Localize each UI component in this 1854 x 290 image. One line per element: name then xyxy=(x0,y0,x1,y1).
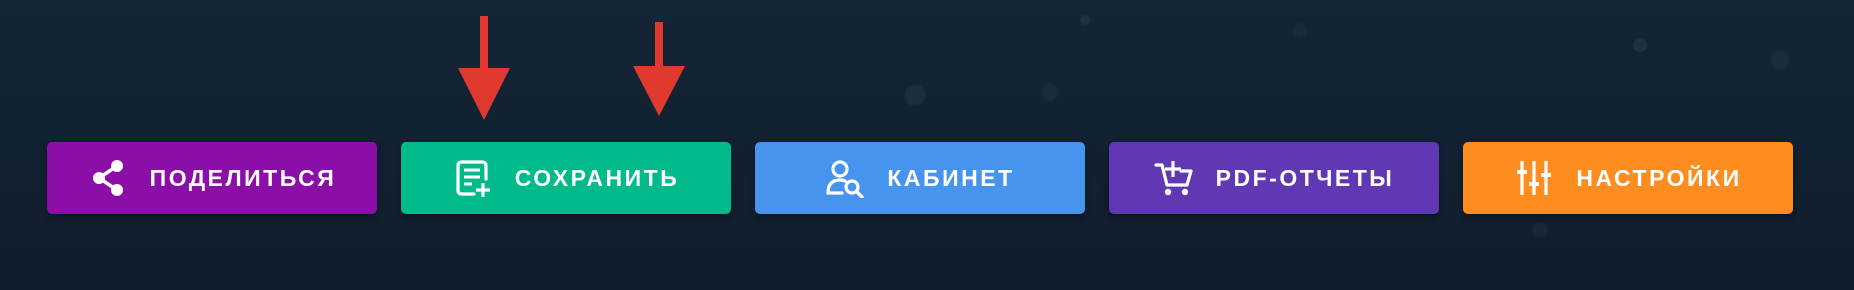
cabinet-button[interactable]: КАБИНЕТ xyxy=(755,142,1085,214)
user-search-icon xyxy=(825,158,865,198)
note-add-icon xyxy=(453,158,493,198)
share-icon xyxy=(88,158,128,198)
cabinet-button-label: КАБИНЕТ xyxy=(887,164,1015,191)
save-button[interactable]: СОХРАНИТЬ xyxy=(401,142,731,214)
settings-button-label: НАСТРОЙКИ xyxy=(1576,164,1742,191)
sliders-icon xyxy=(1514,158,1554,198)
save-button-label: СОХРАНИТЬ xyxy=(514,164,680,191)
arrow-down-icon xyxy=(458,16,510,120)
settings-button[interactable]: НАСТРОЙКИ xyxy=(1463,142,1793,214)
pdf-reports-button[interactable]: PDF-ОТЧЕТЫ xyxy=(1109,142,1439,214)
action-toolbar: ПОДЕЛИТЬСЯ СОХРАНИТЬ КАБИНЕТ PDF-ОТЧЕТЫ … xyxy=(47,142,1793,214)
share-button-label: ПОДЕЛИТЬСЯ xyxy=(149,164,337,191)
arrow-down-icon xyxy=(633,22,685,116)
share-button[interactable]: ПОДЕЛИТЬСЯ xyxy=(47,142,377,214)
cart-plus-icon xyxy=(1154,158,1194,198)
pdf-reports-button-label: PDF-ОТЧЕТЫ xyxy=(1215,164,1395,191)
